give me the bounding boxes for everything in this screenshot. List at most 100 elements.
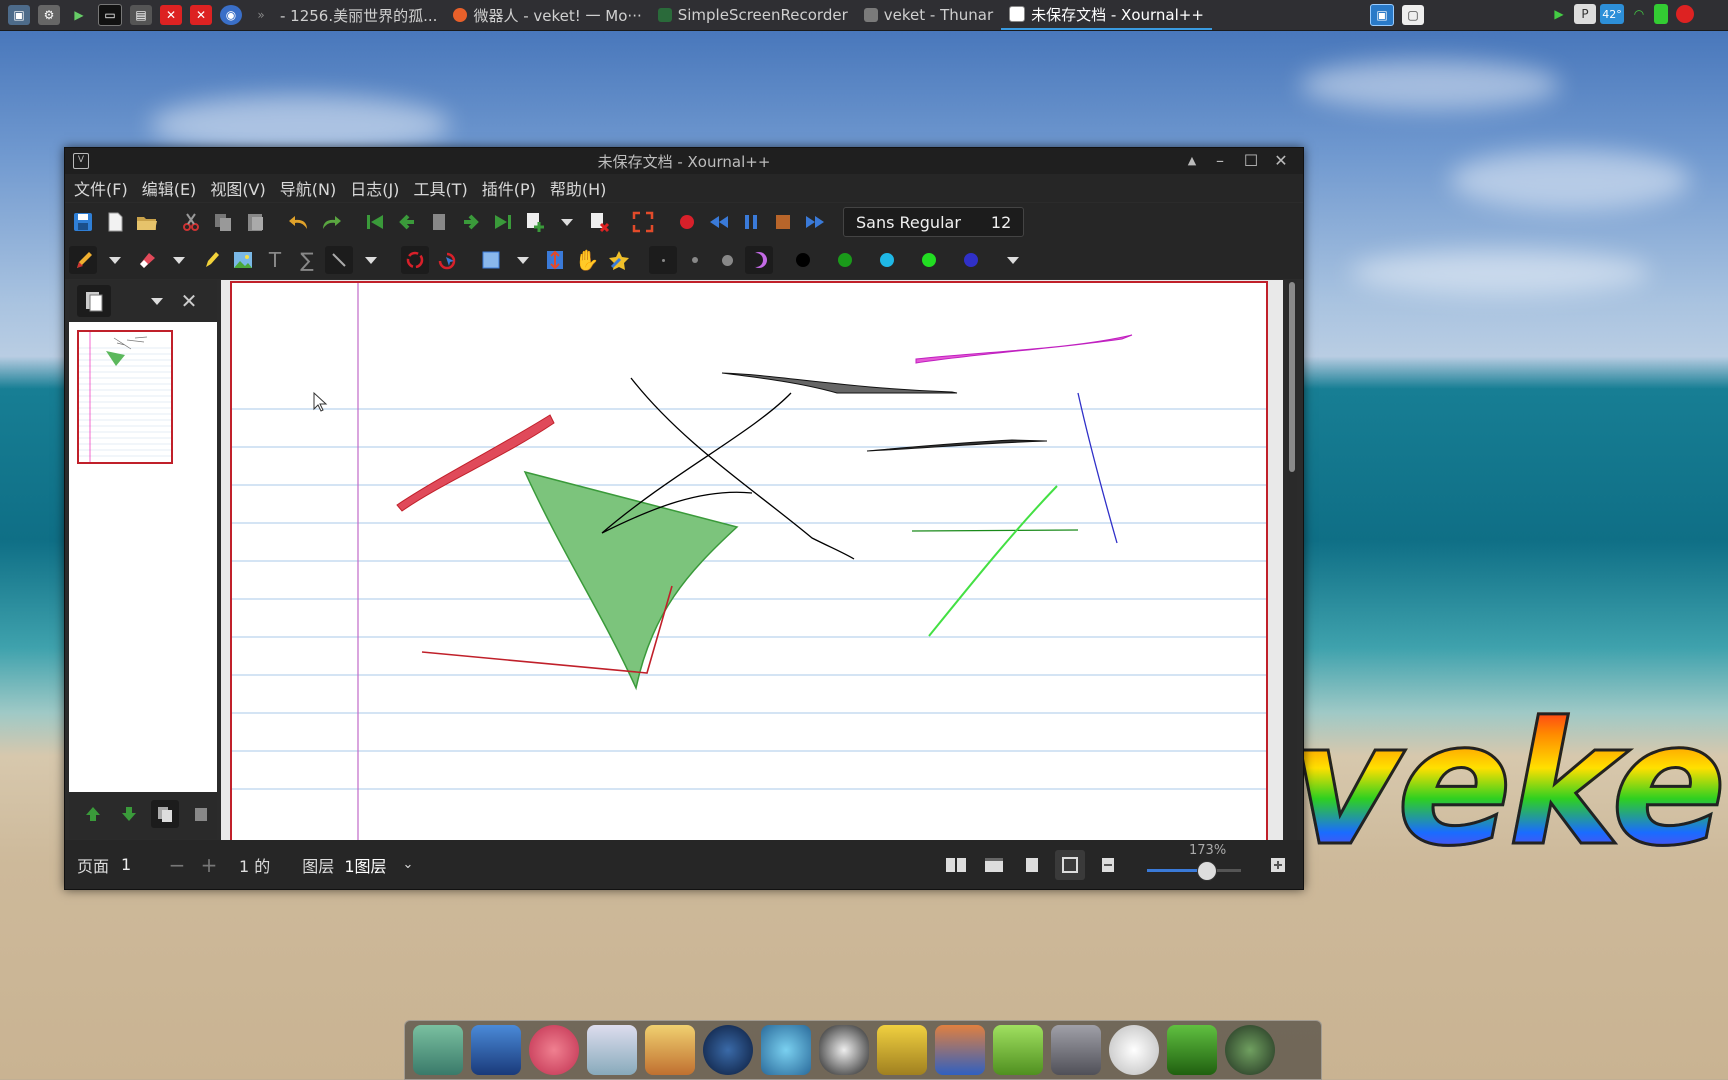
menu-journal[interactable]: 日志(J): [343, 176, 406, 200]
xournal-tray-icon[interactable]: ▢: [1402, 5, 1424, 25]
close-icon[interactable]: ✕: [1270, 150, 1292, 172]
minimize-icon[interactable]: –: [1209, 150, 1231, 172]
fullscreen-icon[interactable]: [629, 208, 657, 236]
kill-app-icon[interactable]: ✕: [190, 5, 212, 25]
menu-help[interactable]: 帮助(H): [543, 176, 614, 200]
media-player-icon[interactable]: [703, 1025, 753, 1075]
thick-size-button[interactable]: [713, 246, 741, 274]
sun-icon[interactable]: [1109, 1025, 1159, 1075]
paint-icon[interactable]: [645, 1025, 695, 1075]
play-tray-icon[interactable]: ▶: [1548, 4, 1570, 24]
zoom-fit-width-icon[interactable]: [1055, 849, 1085, 880]
presentation-view-icon[interactable]: [979, 850, 1009, 880]
color-cyan-button[interactable]: [873, 246, 901, 274]
wifi-icon[interactable]: ◠: [1628, 4, 1650, 24]
cut-icon[interactable]: [177, 208, 205, 236]
page-number-input[interactable]: 1: [121, 850, 161, 880]
undo-icon[interactable]: [285, 208, 313, 236]
eraser-options-dropdown-icon[interactable]: [165, 246, 193, 274]
goto-page-icon[interactable]: [425, 208, 453, 236]
sidebar-dropdown-icon[interactable]: [143, 287, 171, 315]
image-tool-icon[interactable]: [229, 246, 257, 274]
more-launchers-icon[interactable]: »: [250, 5, 272, 25]
run-launcher-icon[interactable]: ▶: [68, 5, 90, 25]
menu-launcher-icon[interactable]: ▣: [8, 5, 30, 25]
previous-page-icon[interactable]: [393, 208, 421, 236]
menu-tools[interactable]: 工具(T): [406, 176, 474, 200]
menu-plugins[interactable]: 插件(P): [475, 176, 543, 200]
task-recorder[interactable]: SimpleScreenRecorder: [650, 0, 856, 30]
document-page[interactable]: [230, 281, 1268, 840]
color-green-button[interactable]: [831, 246, 859, 274]
default-tool-icon[interactable]: [605, 246, 633, 274]
network-icon[interactable]: [761, 1025, 811, 1075]
page-decrement-button[interactable]: −: [161, 850, 193, 880]
medium-size-button[interactable]: [681, 246, 709, 274]
paste-icon[interactable]: [241, 208, 269, 236]
globe-icon[interactable]: [1225, 1025, 1275, 1075]
save-icon[interactable]: [69, 208, 97, 236]
highlighter-tool-icon[interactable]: [197, 246, 225, 274]
settings-launcher-icon[interactable]: ⚙: [38, 5, 60, 25]
thin-size-button[interactable]: [649, 246, 677, 274]
layer-value[interactable]: 1图层: [344, 853, 386, 877]
task-xournal[interactable]: 未保存文档 - Xournal++: [1001, 0, 1212, 30]
zoom-fit-page-icon[interactable]: [1017, 850, 1047, 880]
maximize-icon[interactable]: ☐: [1240, 150, 1262, 172]
layer-dropdown-icon[interactable]: ⌄: [403, 857, 414, 872]
task-browser[interactable]: 微器人 - veket! 一 Mo···: [445, 0, 649, 30]
stop-icon[interactable]: [769, 208, 797, 236]
task-thunar[interactable]: veket - Thunar: [856, 0, 1001, 30]
battery-icon[interactable]: [1654, 4, 1668, 24]
printer-launcher-icon[interactable]: ▤: [130, 5, 152, 25]
delete-page-sidebar-icon[interactable]: [187, 800, 215, 828]
more-colors-dropdown-icon[interactable]: [999, 246, 1027, 274]
sidebar-close-icon[interactable]: ✕: [175, 287, 203, 315]
copy-icon[interactable]: [209, 208, 237, 236]
shade-icon[interactable]: ▲: [1181, 150, 1203, 172]
terminal-launcher-icon[interactable]: ▭: [98, 4, 122, 26]
rect-select-icon[interactable]: [477, 246, 505, 274]
shape-options-dropdown-icon[interactable]: [357, 246, 385, 274]
move-page-down-icon[interactable]: [115, 800, 143, 828]
page-increment-button[interactable]: +: [193, 850, 225, 880]
move-page-up-icon[interactable]: [79, 800, 107, 828]
drive-icon[interactable]: [1051, 1025, 1101, 1075]
open-folder-icon[interactable]: [133, 208, 161, 236]
browser-launcher-icon[interactable]: ◉: [220, 5, 242, 25]
p-tray-icon[interactable]: P: [1574, 4, 1596, 24]
menu-view[interactable]: 视图(V): [203, 176, 272, 200]
hedgehog-icon[interactable]: [529, 1025, 579, 1075]
select-object-icon[interactable]: [433, 246, 461, 274]
lasso-select-icon[interactable]: [401, 246, 429, 274]
select-options-dropdown-icon[interactable]: [509, 246, 537, 274]
exit-icon[interactable]: [877, 1025, 927, 1075]
add-page-icon[interactable]: [521, 208, 549, 236]
redo-icon[interactable]: [317, 208, 345, 236]
zoom-options-icon[interactable]: [1263, 850, 1293, 880]
penguin-icon[interactable]: [819, 1025, 869, 1075]
two-pages-view-icon[interactable]: [941, 850, 971, 880]
fast-forward-icon[interactable]: [801, 208, 829, 236]
record-icon[interactable]: [673, 208, 701, 236]
eraser-tool-icon[interactable]: [133, 246, 161, 274]
document-canvas[interactable]: [221, 280, 1283, 840]
color-black-button[interactable]: [789, 246, 817, 274]
monitor-icon[interactable]: [935, 1025, 985, 1075]
help-icon[interactable]: [993, 1025, 1043, 1075]
menu-edit[interactable]: 编辑(E): [135, 176, 204, 200]
page-preview-tab-icon[interactable]: [77, 285, 111, 317]
window-titlebar[interactable]: V 未保存文档 - Xournal++ ▲ – ☐ ✕: [65, 148, 1303, 174]
delete-page-icon[interactable]: [585, 208, 613, 236]
play-icon[interactable]: [1167, 1025, 1217, 1075]
zoom-slider-handle[interactable]: [1197, 860, 1217, 881]
vertical-scrollbar[interactable]: [1287, 280, 1297, 840]
task-music[interactable]: - 1256.美丽世界的孤...: [272, 0, 445, 30]
menu-navigation[interactable]: 导航(N): [273, 176, 343, 200]
font-selector-button[interactable]: Sans Regular 12: [843, 207, 1025, 237]
copy-page-icon[interactable]: [151, 800, 179, 828]
hand-tool-icon[interactable]: ✋: [573, 246, 601, 274]
text-tool-icon[interactable]: T: [261, 246, 289, 274]
file-manager-icon[interactable]: [413, 1025, 463, 1075]
next-page-icon[interactable]: [457, 208, 485, 236]
